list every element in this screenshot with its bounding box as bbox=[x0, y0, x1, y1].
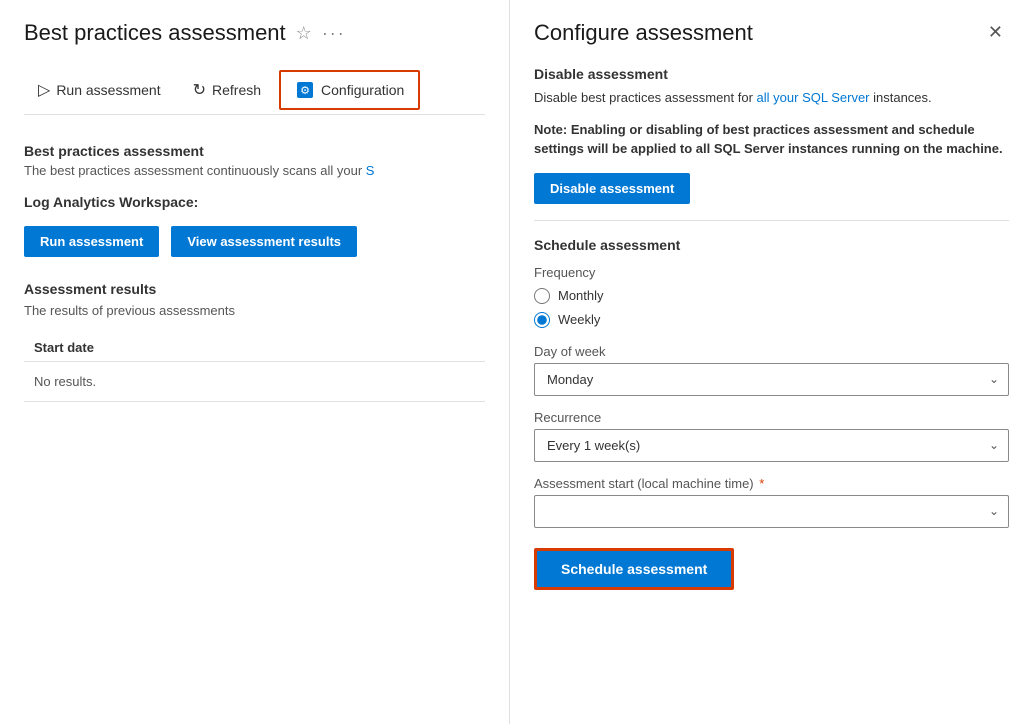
disable-text: Disable best practices assessment for al… bbox=[534, 88, 1009, 108]
monthly-radio-option[interactable]: Monthly bbox=[534, 288, 1009, 304]
assessment-start-select-wrapper: 12:00 AM 1:00 AM 2:00 AM 6:00 AM 12:00 P… bbox=[534, 495, 1009, 528]
assessment-start-select[interactable]: 12:00 AM 1:00 AM 2:00 AM 6:00 AM 12:00 P… bbox=[534, 495, 1009, 528]
monthly-radio[interactable] bbox=[534, 288, 550, 304]
required-marker: * bbox=[759, 476, 764, 491]
day-of-week-label: Day of week bbox=[534, 344, 1009, 359]
toolbar: ▷ Run assessment ↻ Refresh ⚙ Configurati… bbox=[24, 70, 485, 115]
left-panel: Best practices assessment ☆ ··· ▷ Run as… bbox=[0, 0, 510, 724]
weekly-radio-option[interactable]: Weekly bbox=[534, 312, 1009, 328]
schedule-btn-wrapper: Schedule assessment bbox=[534, 548, 1009, 590]
schedule-heading: Schedule assessment bbox=[534, 237, 1009, 253]
column-start-date: Start date bbox=[34, 340, 94, 355]
refresh-button[interactable]: ↻ Refresh bbox=[179, 70, 275, 110]
day-of-week-select-wrapper: Sunday Monday Tuesday Wednesday Thursday… bbox=[534, 363, 1009, 396]
panel-title: Configure assessment bbox=[534, 20, 753, 46]
results-no-data: No results. bbox=[24, 362, 485, 402]
frequency-label: Frequency bbox=[534, 265, 1009, 280]
divider bbox=[534, 220, 1009, 221]
best-practices-title: Best practices assessment bbox=[24, 143, 485, 159]
disable-link[interactable]: all your SQL Server bbox=[757, 90, 870, 105]
refresh-icon: ↻ bbox=[193, 80, 206, 100]
note-text: Note: Enabling or disabling of best prac… bbox=[534, 120, 1009, 159]
schedule-assessment-button[interactable]: Schedule assessment bbox=[534, 548, 734, 590]
play-icon: ▷ bbox=[38, 80, 50, 100]
day-of-week-field: Day of week Sunday Monday Tuesday Wednes… bbox=[534, 344, 1009, 396]
close-button[interactable]: ✕ bbox=[982, 20, 1009, 45]
disable-assessment-button[interactable]: Disable assessment bbox=[534, 173, 690, 204]
recurrence-select-wrapper: Every 1 week(s) Every 2 week(s) Every 3 … bbox=[534, 429, 1009, 462]
desc-link[interactable]: S bbox=[366, 163, 375, 178]
disable-heading: Disable assessment bbox=[534, 66, 1009, 82]
action-buttons: Run assessment View assessment results bbox=[24, 226, 485, 257]
weekly-radio[interactable] bbox=[534, 312, 550, 328]
run-assessment-button[interactable]: ▷ Run assessment bbox=[24, 70, 175, 110]
monthly-label: Monthly bbox=[558, 288, 604, 303]
config-button-label: Configuration bbox=[321, 82, 404, 98]
star-icon[interactable]: ☆ bbox=[296, 23, 312, 44]
ellipsis-icon[interactable]: ··· bbox=[322, 23, 346, 44]
run-button-label: Run assessment bbox=[56, 82, 160, 98]
svg-text:⚙: ⚙ bbox=[300, 85, 310, 97]
results-table-header: Start date bbox=[24, 334, 485, 362]
configuration-button[interactable]: ⚙ Configuration bbox=[279, 70, 420, 110]
page-title: Best practices assessment bbox=[24, 20, 286, 46]
weekly-label: Weekly bbox=[558, 312, 600, 327]
workspace-label: Log Analytics Workspace: bbox=[24, 194, 485, 210]
disable-text-before: Disable best practices assessment for bbox=[534, 90, 757, 105]
day-of-week-select[interactable]: Sunday Monday Tuesday Wednesday Thursday… bbox=[534, 363, 1009, 396]
recurrence-field: Recurrence Every 1 week(s) Every 2 week(… bbox=[534, 410, 1009, 462]
assessment-start-field: Assessment start (local machine time) * … bbox=[534, 476, 1009, 528]
disable-text-after: instances. bbox=[870, 90, 932, 105]
view-results-button[interactable]: View assessment results bbox=[171, 226, 357, 257]
refresh-button-label: Refresh bbox=[212, 82, 261, 98]
recurrence-label: Recurrence bbox=[534, 410, 1009, 425]
recurrence-select[interactable]: Every 1 week(s) Every 2 week(s) Every 3 … bbox=[534, 429, 1009, 462]
right-panel: Configure assessment ✕ Disable assessmen… bbox=[510, 0, 1033, 724]
best-practices-desc: The best practices assessment continuous… bbox=[24, 163, 484, 178]
assessment-start-label: Assessment start (local machine time) * bbox=[534, 476, 1009, 491]
page-title-row: Best practices assessment ☆ ··· bbox=[24, 20, 485, 46]
assessment-results-desc: The results of previous assessments bbox=[24, 303, 485, 318]
panel-header: Configure assessment ✕ bbox=[534, 20, 1009, 46]
assessment-results-title: Assessment results bbox=[24, 281, 485, 297]
run-assessment-main-button[interactable]: Run assessment bbox=[24, 226, 159, 257]
config-icon: ⚙ bbox=[295, 80, 315, 100]
frequency-radio-group: Monthly Weekly bbox=[534, 288, 1009, 328]
